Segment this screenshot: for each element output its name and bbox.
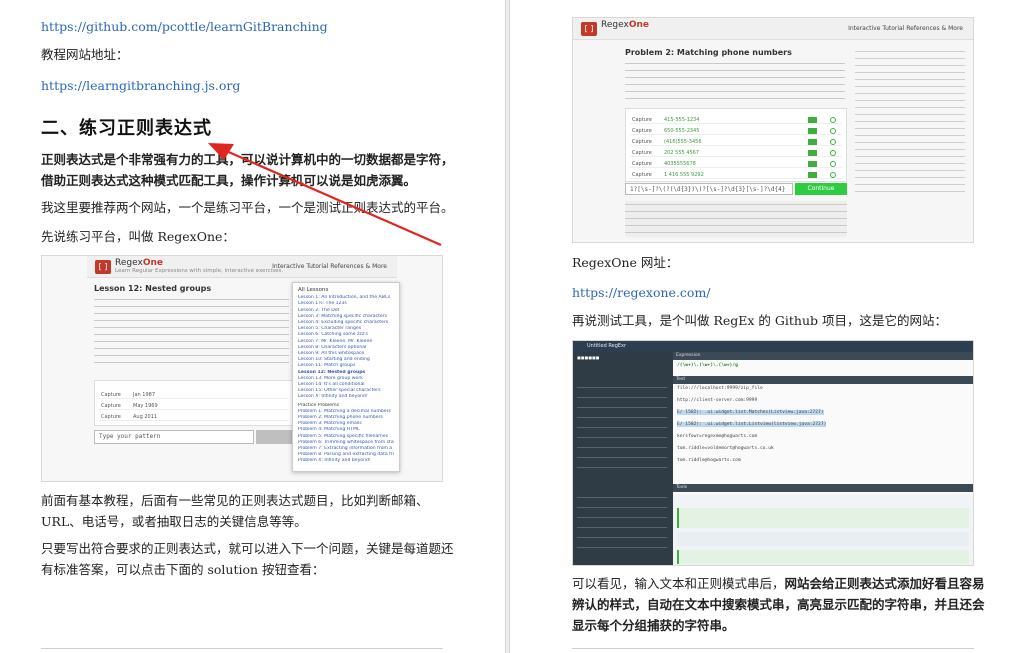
regexone-brand: RegexOne: [115, 258, 163, 268]
all-lessons-popup: All Lessons Lesson 1: An Introduction, a…: [292, 282, 400, 472]
regexone-header: [ ] RegexOne Learn Regular Expressions w…: [87, 256, 397, 278]
regexr-text-area[interactable]: file:///localhost:9999/zip_file http://cl…: [677, 386, 969, 486]
problem-pattern-input[interactable]: 1?[\s-]?\(?(\d{3})\)?[\s-]?\d{3}[\s-]?\d…: [625, 183, 793, 195]
tools-panel: [673, 494, 973, 565]
regexone-brand: RegexOne: [601, 20, 649, 30]
summary-line-3: 显示每个分组捕获的字符串。: [572, 618, 735, 633]
capture-badge: [808, 127, 817, 134]
page-footer-rule: [41, 648, 443, 649]
regexr-sidebar: ◼◼◼◼◼◼: [573, 352, 673, 565]
table-row: Capture Aug 2011: [99, 412, 289, 421]
page-footer-rule: [572, 648, 974, 649]
lesson-link[interactable]: Lesson X: Infinity and beyond!: [298, 394, 394, 400]
regexone-lesson-screenshot: [ ] RegexOne Learn Regular Expressions w…: [41, 255, 443, 482]
text-line: file:///localhost:9999/zip_file: [677, 386, 763, 391]
answer-line-1: 只要写出符合要求的正则表达式，就可以进入下一个问题，关键是每道题还: [41, 541, 454, 556]
tutorial-label: 教程网站地址：: [41, 47, 129, 62]
text-line: tom.riddle=voldemort@hogwarts.co.uk: [677, 446, 774, 451]
regexone-label: RegexOne 网址：: [572, 255, 679, 270]
regexone-nav[interactable]: Interactive Tutorial References & More: [848, 25, 963, 32]
regexone-problem-screenshot: [ ] RegexOne Interactive Tutorial Refere…: [572, 17, 974, 243]
description-line-1: 前面有基本教程，后面有一些常见的正则表达式题目，比如判断邮箱、: [41, 493, 429, 508]
table-row: Capture Jan 1987: [99, 390, 289, 399]
expression-bar: Expression: [673, 352, 973, 360]
lesson-title: Lesson 12: Nested groups: [94, 284, 212, 293]
lesson-link[interactable]: Problem X: Infinity and beyond!: [298, 458, 394, 464]
red-arrow-icon: [208, 143, 442, 247]
check-icon: [830, 138, 836, 145]
regexr-title: Untitled RegExr: [587, 343, 627, 349]
text-bar: Text: [673, 376, 973, 384]
left-page: https://github.com/pcottle/learnGitBranc…: [0, 0, 505, 653]
check-icon: [830, 160, 836, 167]
test-tool-text: 再说测试工具，是个叫做 RegEx 的 Github 项目，这是它的网站：: [572, 313, 947, 328]
solution-box: [625, 201, 847, 237]
lesson-body-text: [94, 296, 289, 368]
capture-badge: [808, 160, 817, 167]
lesson-task-table: Capture Jan 1987 Capture May 1969 Capture A…: [94, 380, 294, 426]
regexone-logo-icon: [ ]: [95, 260, 111, 274]
text-line: kersfowr=regexme@hogwarts.com: [677, 434, 758, 439]
check-icon: [830, 116, 836, 123]
regexone-link[interactable]: https://regexone.com/: [572, 282, 711, 303]
lesson-list: Lesson 1: An Introduction, and the ABCs L…: [298, 295, 394, 464]
regexone-logo-icon: [ ]: [581, 22, 597, 36]
right-page: [ ] RegexOne Interactive Tutorial Refere…: [510, 0, 1015, 653]
text-line: E/ 1582): .ui.widget.list.Matches(Listvi…: [677, 410, 824, 415]
check-icon: [830, 149, 836, 156]
explain-row: [677, 550, 969, 564]
regexone-tagline: Learn Regular Expressions with simple, i…: [115, 268, 284, 274]
table-row: Capture 415-555-1234: [630, 115, 842, 124]
pattern-input[interactable]: Type your pattern: [94, 430, 254, 444]
tutorial-link[interactable]: https://learngitbranching.js.org: [41, 75, 240, 96]
capture-badge: [808, 149, 817, 156]
summary-line-2: 辨认的样式，自动在文本中搜索模式串，高亮显示匹配的字符串，并且还会: [572, 597, 985, 612]
table-row: Capture May 1969: [99, 401, 289, 410]
capture-badge: [808, 171, 817, 178]
regexr-topbar: Untitled RegExr: [573, 341, 973, 352]
capture-badge: [808, 116, 817, 123]
continue-button[interactable]: Continue: [795, 183, 847, 195]
lesson-notes-sidebar: [855, 48, 965, 198]
popup-heading: All Lessons: [298, 287, 329, 293]
regexr-main: Expression /(\w+)\.(\w+)\.(\w+)/g Text f…: [673, 352, 973, 565]
check-icon: [830, 171, 836, 178]
tools-bar: Tools: [673, 484, 973, 492]
regexr-screenshot: Untitled RegExr ◼◼◼◼◼◼ Expression /(\w+)…: [572, 340, 974, 566]
table-row: Capture 650-555-2345: [630, 126, 842, 135]
check-icon: [830, 127, 836, 134]
answer-line-2: 有标准答案，可以点击下面的 solution 按钮查看：: [41, 562, 325, 577]
continue-button[interactable]: [256, 430, 294, 444]
table-row: Capture 202 555 4567: [630, 148, 842, 157]
text-line: E/ 1582): .ui.widget.list.Listview(listv…: [677, 422, 827, 427]
explain-row: [677, 532, 969, 546]
github-link[interactable]: https://github.com/pcottle/learnGitBranc…: [41, 16, 328, 37]
regexone-header: [ ] RegexOne Interactive Tutorial Refere…: [573, 18, 973, 40]
problem-title: Problem 2: Matching phone numbers: [625, 48, 792, 57]
problem-task-table: Capture 415-555-1234 Capture 650-555-2345 Ca…: [625, 108, 847, 182]
sidebar-menu[interactable]: [577, 382, 667, 472]
text-line: http://client-server.com:9999: [677, 398, 758, 403]
description-line-2: URL、电话号，或者抽取日志的关键信息等等。: [41, 514, 307, 529]
lesson-link[interactable]: Problem 5: Matching specific filenames: [298, 434, 394, 440]
summary-line-1: 可以看见，输入文本和正则模式串后，网站会给正则表达式添加好看且容易: [572, 576, 985, 591]
sidebar-links[interactable]: [577, 492, 667, 552]
regexone-nav[interactable]: Interactive Tutorial References & More: [272, 263, 387, 270]
sidebar-heading: ◼◼◼◼◼◼: [577, 356, 600, 361]
capture-badge: [808, 138, 817, 145]
explain-row: [677, 508, 969, 528]
text-line: tom.riddle@hogwarts.com: [677, 458, 741, 463]
section-heading: 二、练习正则表达式: [41, 118, 212, 139]
table-row: Capture 1 416 555 9292: [630, 170, 842, 179]
table-row: Capture (416)555-3456: [630, 137, 842, 146]
problem-body-text: [625, 60, 845, 104]
table-row: Capture 4035555678: [630, 159, 842, 168]
expression-input[interactable]: /(\w+)\.(\w+)\.(\w+)/g: [677, 363, 738, 368]
